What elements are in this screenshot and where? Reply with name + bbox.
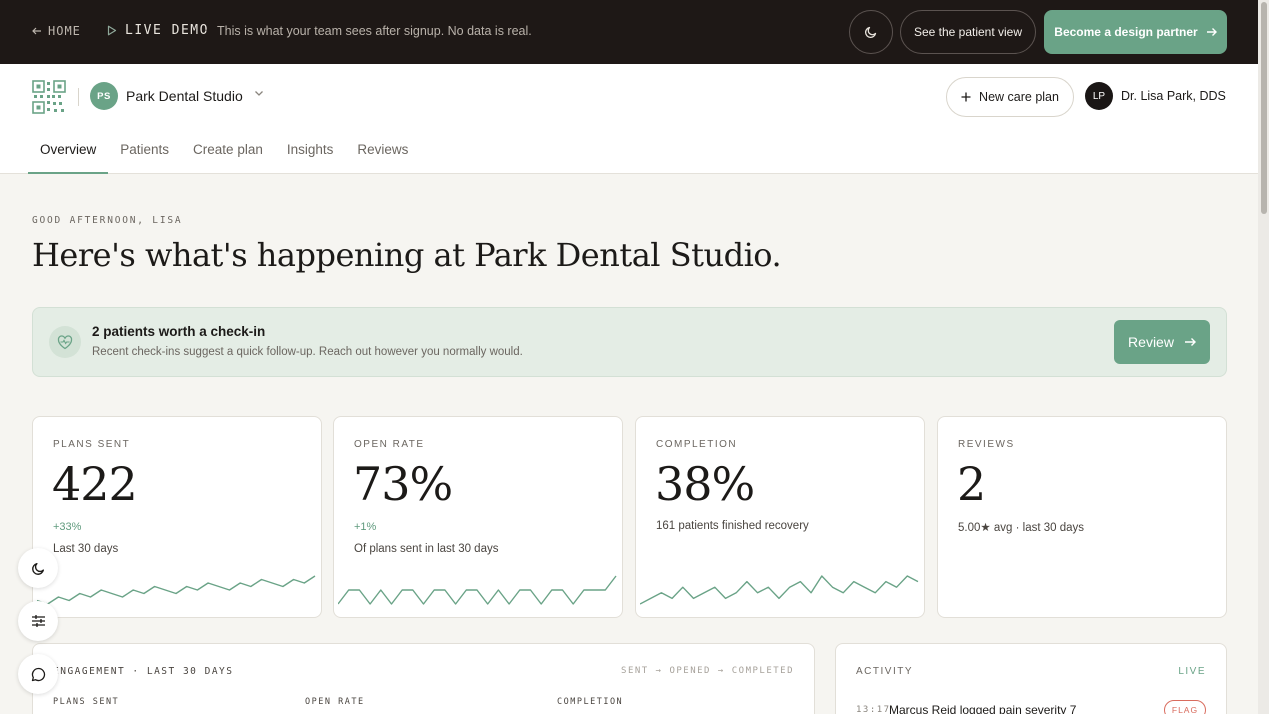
nav-tabs: Overview Patients Create plan Insights R… xyxy=(28,130,420,174)
arrow-left-icon xyxy=(32,27,41,35)
metric-label: COMPLETION xyxy=(656,439,738,450)
workspace-avatar[interactable]: PS xyxy=(90,82,118,110)
chevron-down-icon[interactable] xyxy=(254,90,264,97)
banner-title: 2 patients worth a check-in xyxy=(92,324,266,339)
new-care-plan-button[interactable]: New care plan xyxy=(946,77,1074,117)
user-name[interactable]: Dr. Lisa Park, DDS xyxy=(1121,89,1226,103)
metric-value: 38% xyxy=(655,457,755,511)
live-demo-text: LIVE DEMO xyxy=(125,23,209,38)
engagement-col-completion: COMPLETION xyxy=(557,697,624,707)
greeting-kicker: GOOD AFTERNOON, LISA xyxy=(32,215,183,226)
demo-bar: HOME LIVE DEMO · This is what your team … xyxy=(0,0,1258,64)
sparkline xyxy=(640,575,919,605)
arrow-right-icon xyxy=(1184,338,1196,346)
sparkline-path xyxy=(640,575,919,605)
tab-overview[interactable]: Overview xyxy=(28,130,109,174)
activity-live-badge: LIVE xyxy=(1178,666,1206,677)
plus-icon xyxy=(961,92,971,102)
banner-subtitle: Recent check-ins suggest a quick follow-… xyxy=(92,346,523,358)
scrollbar-thumb[interactable] xyxy=(1261,2,1267,214)
sparkline-path xyxy=(338,575,617,605)
sparkline xyxy=(338,575,617,605)
home-label: HOME xyxy=(48,24,81,38)
tab-insights[interactable]: Insights xyxy=(275,130,346,174)
metric-sub: Last 30 days xyxy=(53,543,119,555)
metric-sub: 161 patients finished recovery xyxy=(656,520,809,532)
user-avatar[interactable]: LP xyxy=(1085,82,1113,110)
separator: · xyxy=(204,22,209,37)
engagement-panel: ENGAGEMENT · LAST 30 DAYS SENT → OPENED … xyxy=(32,643,815,714)
flag-badge: FLAG xyxy=(1164,700,1206,714)
header-divider xyxy=(78,88,79,106)
activity-time: 13:17 xyxy=(856,705,891,714)
check-in-banner: 2 patients worth a check-in Recent check… xyxy=(32,307,1227,377)
chat-bubble-icon xyxy=(31,667,45,681)
metric-delta: +1% xyxy=(354,521,377,533)
activity-panel: ACTIVITY LIVE 13:17 Marcus Reid logged p… xyxy=(835,643,1227,714)
theme-toggle-button[interactable] xyxy=(849,10,893,54)
metric-card-completion[interactable]: COMPLETION 38% 161 patients finished rec… xyxy=(635,416,925,618)
sparkline xyxy=(37,575,316,605)
qr-logo-icon[interactable] xyxy=(32,80,66,114)
engagement-title: ENGAGEMENT · LAST 30 DAYS xyxy=(53,666,234,677)
workspace-name[interactable]: Park Dental Studio xyxy=(126,88,243,104)
new-care-plan-label: New care plan xyxy=(979,90,1059,104)
activity-text[interactable]: Marcus Reid logged pain severity 7 xyxy=(889,703,1076,714)
live-demo-label: LIVE DEMO xyxy=(107,23,209,38)
page-title: Here's what's happening at Park Dental S… xyxy=(32,236,782,274)
metric-sub: Of plans sent in last 30 days xyxy=(354,543,499,555)
metric-delta: +33% xyxy=(53,521,82,533)
app-header: PS Park Dental Studio New care plan LP D… xyxy=(0,64,1258,174)
chat-fab-button[interactable] xyxy=(18,654,58,694)
settings-fab-button[interactable] xyxy=(18,601,58,641)
activity-title: ACTIVITY xyxy=(856,666,914,677)
metric-value: 2 xyxy=(957,457,986,511)
theme-fab-button[interactable] xyxy=(18,548,58,588)
home-link[interactable]: HOME xyxy=(32,24,81,38)
design-partner-button[interactable]: Become a design partner xyxy=(1044,10,1227,54)
moon-icon xyxy=(31,562,44,575)
design-partner-label: Become a design partner xyxy=(1054,25,1198,39)
engagement-legend: SENT → OPENED → COMPLETED xyxy=(621,666,794,676)
review-button-label: Review xyxy=(1128,334,1174,350)
metric-card-plans-sent[interactable]: PLANS SENT 422 +33% Last 30 days xyxy=(32,416,322,618)
sliders-icon xyxy=(31,615,45,627)
metric-sub: 5.00★ avg · last 30 days xyxy=(958,522,1085,534)
metric-label: PLANS SENT xyxy=(53,439,131,450)
metric-value: 422 xyxy=(52,457,138,511)
moon-icon xyxy=(864,26,877,39)
metric-card-reviews[interactable]: REVIEWS 2 5.00★ avg · last 30 days xyxy=(937,416,1227,618)
engagement-col-plans-sent: PLANS SENT xyxy=(53,697,120,707)
sparkline-path xyxy=(37,575,316,605)
engagement-col-open-rate: OPEN RATE xyxy=(305,697,365,707)
tab-create-plan[interactable]: Create plan xyxy=(181,130,275,174)
metric-value: 73% xyxy=(353,457,453,511)
arrow-right-icon xyxy=(1206,28,1217,36)
metric-card-open-rate[interactable]: OPEN RATE 73% +1% Of plans sent in last … xyxy=(333,416,623,618)
review-button[interactable]: Review xyxy=(1114,320,1210,364)
metric-label: OPEN RATE xyxy=(354,439,425,450)
metric-label: REVIEWS xyxy=(958,439,1015,450)
patient-view-button[interactable]: See the patient view xyxy=(900,10,1036,54)
play-icon xyxy=(107,25,117,36)
heart-pulse-icon xyxy=(49,326,81,358)
tab-reviews[interactable]: Reviews xyxy=(345,130,420,174)
demo-note: This is what your team sees after signup… xyxy=(217,24,532,38)
tab-patients[interactable]: Patients xyxy=(108,130,181,174)
